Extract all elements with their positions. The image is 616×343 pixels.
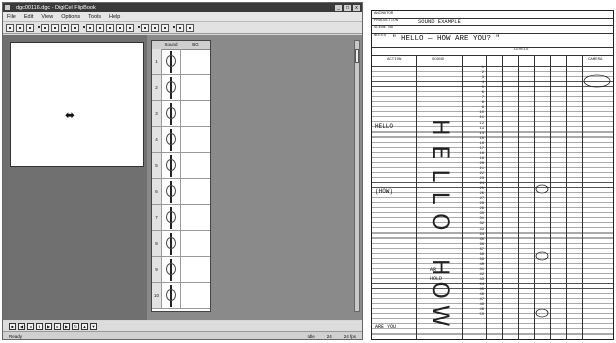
xsheet-row[interactable]: 6 xyxy=(152,179,210,205)
status-ready: Ready xyxy=(9,334,23,339)
paste-icon[interactable] xyxy=(61,23,69,32)
exposure-sheet: ANIMATOR PRODUCTION SOUND EXAMPLE SCENE … xyxy=(371,10,614,340)
eraser-icon[interactable] xyxy=(106,23,114,32)
menu-tools[interactable]: Tools xyxy=(84,14,105,20)
cut-icon[interactable] xyxy=(41,23,49,32)
drawing-canvas[interactable]: ⬌ xyxy=(10,42,144,167)
play-icon[interactable]: ▶ xyxy=(45,322,52,330)
xsheet-row[interactable]: 7 xyxy=(152,205,210,231)
loop-icon[interactable]: ↻ xyxy=(72,322,79,330)
menu-bar: File Edit View Options Tools Help xyxy=(3,12,362,22)
status-idle: Idle xyxy=(307,334,315,339)
stop-icon[interactable]: ■ xyxy=(9,322,16,330)
toolbar-separator xyxy=(136,24,140,32)
flipbook-window: dgc00116.dgc - DigiCel FlipBook _ □ x Fi… xyxy=(2,2,363,340)
status-fps: 24 fps xyxy=(343,334,356,339)
open-icon[interactable] xyxy=(16,23,24,32)
xsheet-row[interactable]: 9 xyxy=(152,257,210,283)
brush-icon[interactable] xyxy=(96,23,104,32)
xsheet-row[interactable]: 4 xyxy=(152,127,210,153)
new-icon[interactable] xyxy=(6,23,14,32)
bg-column-header[interactable]: BG xyxy=(181,41,210,49)
xsheet-row[interactable]: 3 xyxy=(152,101,210,127)
sound-waveform[interactable] xyxy=(161,283,181,308)
maximize-button[interactable]: □ xyxy=(344,4,351,11)
copy-icon[interactable] xyxy=(51,23,59,32)
toolbar-separator xyxy=(36,24,40,32)
title-bar: dgc00116.dgc - DigiCel FlipBook _ □ x xyxy=(3,3,362,12)
sound-waveform[interactable] xyxy=(161,127,181,152)
lipsync-icon[interactable] xyxy=(186,23,194,32)
grid-icon[interactable] xyxy=(141,23,149,32)
xsheet-row[interactable]: 5 xyxy=(152,153,210,179)
sound-waveform[interactable] xyxy=(161,179,181,204)
xsheet-row[interactable]: 1 xyxy=(152,49,210,75)
pause-icon[interactable]: ‖ xyxy=(36,322,43,330)
menu-file[interactable]: File xyxy=(3,14,20,20)
sound-icon[interactable] xyxy=(176,23,184,32)
xsheet-row[interactable]: 10 xyxy=(152,283,210,309)
first-frame-icon[interactable]: ◀ xyxy=(18,322,25,330)
sound-column-header[interactable]: Sound xyxy=(161,41,181,49)
status-frame: 24 xyxy=(326,334,332,339)
sound-waveform[interactable] xyxy=(161,49,181,74)
menu-help[interactable]: Help xyxy=(105,14,124,20)
last-frame-icon[interactable]: ▶ xyxy=(63,322,70,330)
down-arrow-icon[interactable]: ▼ xyxy=(90,322,97,330)
xsheet-rows: 1 2 3 4 5 6 7 8 9 10 xyxy=(152,49,210,309)
scrollbar-thumb[interactable] xyxy=(355,49,359,63)
minimize-button[interactable]: _ xyxy=(335,4,342,11)
pencil-icon[interactable] xyxy=(86,23,94,32)
window-title: dgc00116.dgc - DigiCel FlipBook xyxy=(16,4,96,11)
eyedropper-icon[interactable] xyxy=(126,23,134,32)
close-button[interactable]: x xyxy=(353,4,360,11)
menu-view[interactable]: View xyxy=(37,14,57,20)
sound-waveform[interactable] xyxy=(161,101,181,126)
sheet-annotations xyxy=(535,74,611,318)
undo-icon[interactable] xyxy=(71,23,79,32)
sound-waveform[interactable] xyxy=(161,153,181,178)
prev-frame-icon[interactable]: ◂ xyxy=(27,322,34,330)
toolbar-separator xyxy=(81,24,85,32)
xsheet-row[interactable]: 2 xyxy=(152,75,210,101)
up-arrow-icon[interactable]: ▲ xyxy=(81,322,88,330)
status-bar: Ready Idle 24 24 fps xyxy=(3,331,362,339)
toolbar-separator xyxy=(171,24,175,32)
vertical-scrollbar[interactable] xyxy=(354,40,360,312)
menu-edit[interactable]: Edit xyxy=(20,14,37,20)
sound-waveform[interactable] xyxy=(161,257,181,282)
frame-column-header xyxy=(152,41,161,49)
import-icon[interactable] xyxy=(151,23,159,32)
save-icon[interactable] xyxy=(26,23,34,32)
xsheet-panel: Sound BG 1 2 3 4 5 6 7 8 9 10 xyxy=(151,40,211,312)
fill-icon[interactable] xyxy=(116,23,124,32)
next-frame-icon[interactable]: ▸ xyxy=(54,322,61,330)
playback-controls: ■ ◀ ◂ ‖ ▶ ▸ ▶ ↻ ▲ ▼ xyxy=(3,321,362,331)
canvas-area: ⬌ xyxy=(3,35,147,320)
menu-options[interactable]: Options xyxy=(57,14,84,20)
sound-waveform[interactable] xyxy=(161,205,181,230)
xsheet-row[interactable]: 8 xyxy=(152,231,210,257)
double-arrow-cursor-icon: ⬌ xyxy=(65,108,76,122)
sound-waveform[interactable] xyxy=(161,75,181,100)
export-icon[interactable] xyxy=(161,23,169,32)
xsheet-area: Sound BG 1 2 3 4 5 6 7 8 9 10 xyxy=(147,35,362,320)
toolbar xyxy=(3,22,362,34)
sound-waveform[interactable] xyxy=(161,231,181,256)
